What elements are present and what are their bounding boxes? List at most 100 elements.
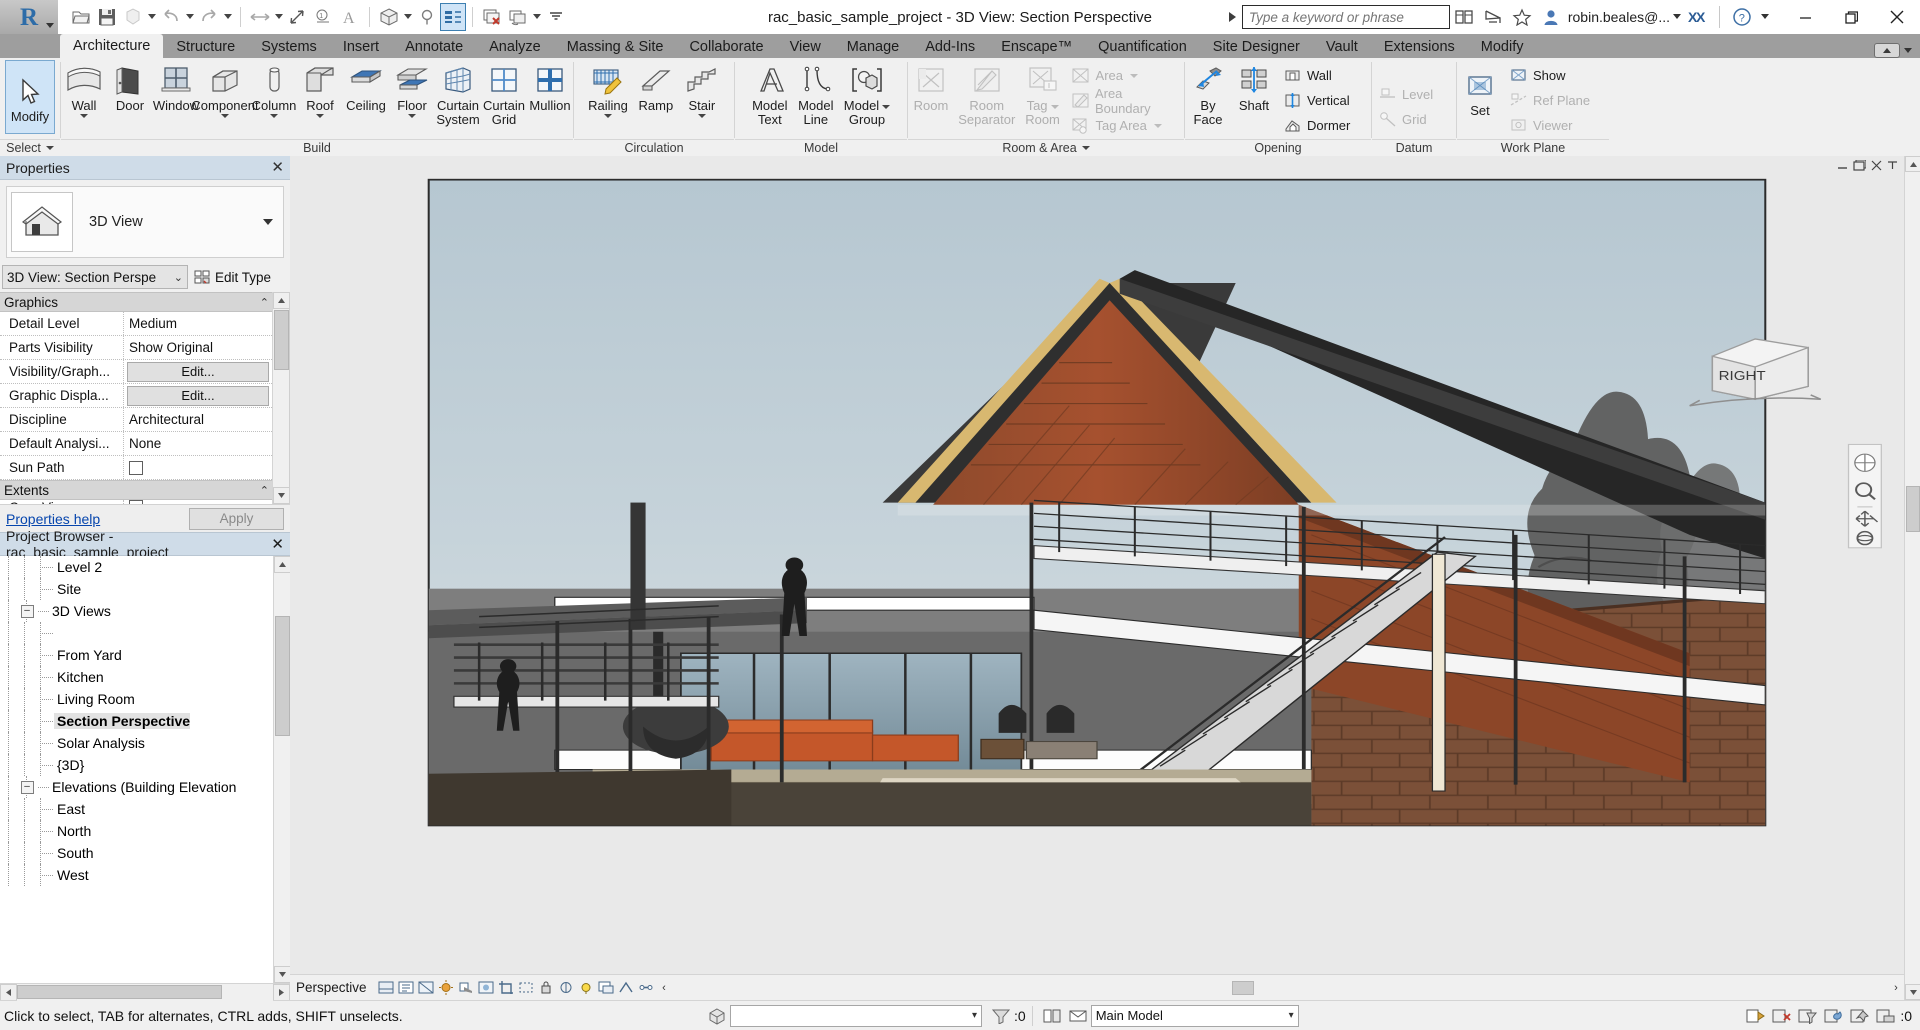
- chevron-down-icon[interactable]: [263, 219, 273, 225]
- sun-path-checkbox[interactable]: [129, 461, 143, 475]
- close-view-icon[interactable]: [1870, 160, 1883, 171]
- chevron-down-icon[interactable]: [1130, 74, 1138, 78]
- restore-view-icon[interactable]: [1853, 160, 1866, 171]
- property-row-crop-view[interactable]: Crop View: [0, 500, 272, 504]
- scroll-down-icon[interactable]: [274, 966, 290, 983]
- properties-help-link[interactable]: Properties help: [6, 511, 100, 527]
- minimize-window-button[interactable]: [1782, 0, 1828, 34]
- customize-qat-icon[interactable]: [543, 3, 569, 31]
- edit-button[interactable]: Edit...: [127, 386, 269, 406]
- crop-view-checkbox[interactable]: [129, 500, 143, 504]
- navigation-bar[interactable]: [1849, 444, 1882, 547]
- roof-button[interactable]: Roof: [297, 60, 343, 118]
- autodesk-exchange-icon[interactable]: XX: [1683, 2, 1712, 32]
- select-underlay-icon[interactable]: [1874, 1005, 1898, 1027]
- mullion-button[interactable]: Mullion: [527, 60, 573, 113]
- tab-quantification[interactable]: Quantification: [1085, 36, 1200, 58]
- tab-structure[interactable]: Structure: [163, 36, 248, 58]
- scroll-up-icon[interactable]: [274, 556, 290, 573]
- tab-vault[interactable]: Vault: [1313, 36, 1371, 58]
- type-selector[interactable]: 3D View: Section Perspe ⌄: [2, 265, 188, 289]
- vertical-opening-button[interactable]: Vertical: [1277, 88, 1355, 113]
- property-value[interactable]: Show Original: [124, 336, 272, 359]
- tree-node-level-2[interactable]: Level 2: [0, 556, 290, 578]
- favorites-star-icon[interactable]: [1508, 2, 1537, 32]
- property-value[interactable]: Architectural: [124, 408, 272, 431]
- exclude-options-icon[interactable]: [1770, 1005, 1794, 1027]
- tree-node-east[interactable]: East: [0, 798, 290, 820]
- scrollbar-thumb[interactable]: [274, 310, 289, 370]
- minimize-ribbon-button[interactable]: [1874, 43, 1900, 58]
- visual-style-icon[interactable]: [416, 978, 436, 998]
- tab-systems[interactable]: Systems: [248, 36, 330, 58]
- show-crop-icon[interactable]: [516, 978, 536, 998]
- property-value[interactable]: Edit...: [124, 360, 272, 383]
- steering-wheel-icon[interactable]: [1855, 454, 1875, 471]
- chevron-down-icon[interactable]: [604, 114, 612, 118]
- chevron-up-icon[interactable]: ⌃: [260, 296, 269, 309]
- chevron-down-icon[interactable]: [698, 114, 706, 118]
- project-browser-vertical-scrollbar[interactable]: [273, 556, 290, 983]
- project-browser-horizontal-scrollbar[interactable]: [0, 983, 290, 1000]
- account-menu[interactable]: robin.beales@...: [1566, 9, 1683, 25]
- user-avatar-icon[interactable]: [1537, 2, 1566, 32]
- property-value[interactable]: Medium: [124, 312, 272, 335]
- wall-opening-button[interactable]: Wall: [1277, 63, 1355, 88]
- floor-button[interactable]: Floor: [389, 60, 435, 118]
- ceiling-button[interactable]: Ceiling: [343, 60, 389, 113]
- close-hidden-windows-icon[interactable]: [479, 3, 505, 31]
- restore-window-button[interactable]: [1828, 0, 1874, 34]
- tree-node-section-perspective[interactable]: Section Perspective: [0, 710, 290, 732]
- open-icon[interactable]: [68, 3, 94, 31]
- measure-icon[interactable]: [247, 3, 273, 31]
- undo-icon[interactable]: [158, 3, 184, 31]
- property-group-graphics[interactable]: Graphics ⌃: [0, 292, 272, 312]
- close-icon[interactable]: ✕: [271, 160, 284, 175]
- tag-room-button[interactable]: Tag Room: [1020, 60, 1066, 127]
- scroll-left-icon[interactable]: [0, 984, 17, 1001]
- apply-button[interactable]: Apply: [189, 508, 284, 530]
- shadows-icon[interactable]: [456, 978, 476, 998]
- view-scale-label[interactable]: Perspective: [296, 980, 376, 995]
- chevron-down-icon[interactable]: [882, 105, 890, 109]
- tree-node-from-yard[interactable]: From Yard: [0, 644, 290, 666]
- revit-application-menu-button[interactable]: R: [0, 0, 58, 34]
- tab-add-ins[interactable]: Add-Ins: [912, 36, 988, 58]
- tab-view[interactable]: View: [777, 36, 834, 58]
- scroll-right-icon[interactable]: ›: [1888, 980, 1904, 996]
- tab-annotate[interactable]: Annotate: [392, 36, 476, 58]
- selection-link-icon[interactable]: [1822, 1005, 1846, 1027]
- editable-only-icon[interactable]: [1744, 1005, 1768, 1027]
- tab-extensions[interactable]: Extensions: [1371, 36, 1468, 58]
- tab-analyze[interactable]: Analyze: [476, 36, 554, 58]
- tab-insert[interactable]: Insert: [330, 36, 392, 58]
- show-work-plane-button[interactable]: Show: [1503, 63, 1595, 88]
- detail-level-icon[interactable]: [396, 978, 416, 998]
- property-row-graphic-display[interactable]: Graphic Displa... Edit...: [0, 384, 272, 408]
- property-group-extents[interactable]: Extents ⌃: [0, 480, 272, 500]
- tab-modify[interactable]: Modify: [1468, 36, 1537, 58]
- text-icon[interactable]: A: [337, 3, 363, 31]
- temporary-view-properties-icon[interactable]: [596, 978, 616, 998]
- aligned-dimension-icon[interactable]: [285, 3, 311, 31]
- view-controls-overflow-icon[interactable]: ‹: [656, 980, 672, 996]
- tab-site-designer[interactable]: Site Designer: [1200, 36, 1313, 58]
- crop-view-icon[interactable]: [496, 978, 516, 998]
- door-button[interactable]: Door: [107, 60, 153, 113]
- communication-center-icon[interactable]: [1479, 2, 1508, 32]
- section-perspective-render[interactable]: RIGHT: [290, 156, 1904, 974]
- tree-node-approach[interactable]: [0, 622, 290, 644]
- area-button[interactable]: Area: [1066, 63, 1184, 88]
- save-as-dropdown-icon[interactable]: [146, 3, 158, 31]
- area-boundary-button[interactable]: Area Boundary: [1066, 88, 1184, 113]
- section-icon[interactable]: [414, 3, 440, 31]
- property-row-default-analysis[interactable]: Default Analysi... None: [0, 432, 272, 456]
- curtain-grid-button[interactable]: Curtain Grid: [481, 60, 527, 127]
- scroll-up-icon[interactable]: [1905, 156, 1920, 172]
- tag-area-button[interactable]: Tag Area: [1066, 113, 1184, 138]
- chevron-down-icon[interactable]: [1154, 124, 1162, 128]
- model-text-button[interactable]: Model Text: [747, 60, 793, 127]
- collapse-toggle-icon[interactable]: –: [21, 605, 34, 618]
- search-input[interactable]: Type a keyword or phrase: [1242, 5, 1450, 29]
- chevron-down-icon[interactable]: [316, 114, 324, 118]
